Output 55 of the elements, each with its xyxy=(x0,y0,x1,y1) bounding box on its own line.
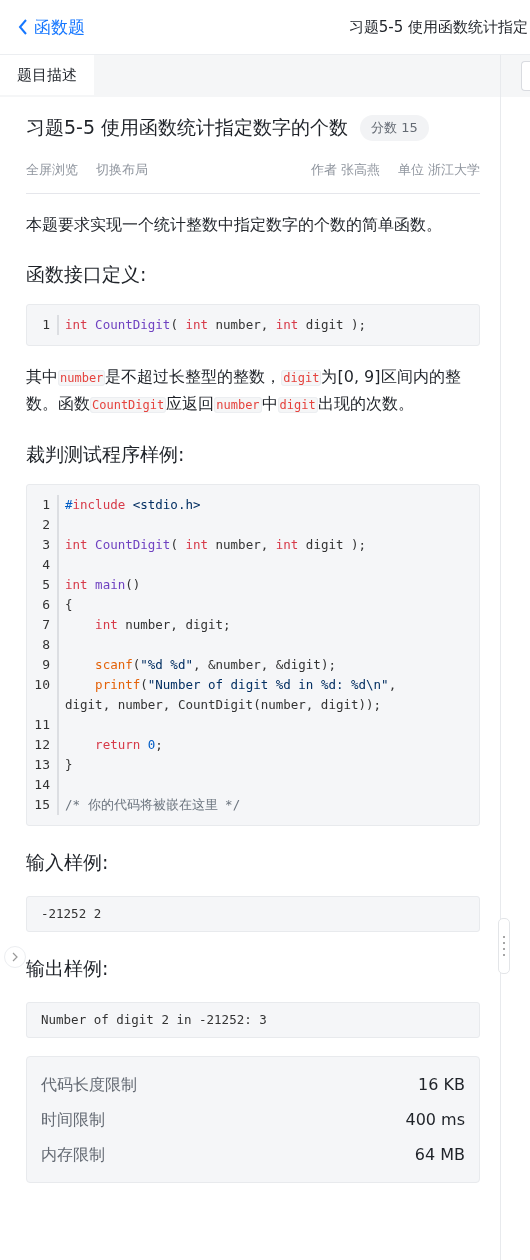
section-heading: 裁判测试程序样例: xyxy=(26,442,186,467)
code-line: int main() xyxy=(65,576,142,594)
meta-text: 作者 张高燕 xyxy=(310,161,380,179)
code-line: int CountDigit( int number, int digit ); xyxy=(65,316,368,334)
back-link[interactable]: 函数题 xyxy=(18,15,85,39)
problem-title: 习题5-5 使用函数统计指定数字的个数 xyxy=(26,115,349,140)
paragraph: 其中 number是不超过长整型的整数，digit 为[0, 9]区间内的整数。函数 CountDigit 应返回 number 中 digit 出现的次数。 xyxy=(26,366,462,415)
code-line: scanf("%d %d", &number, &digit); xyxy=(94,656,337,674)
line-number: 11 xyxy=(34,716,50,734)
line-number: 14 xyxy=(34,776,50,794)
action-link[interactable]: 全屏浏览 xyxy=(26,161,78,179)
limit-label: 内存限制 xyxy=(41,1144,105,1166)
section-heading: 函数接口定义: xyxy=(26,262,148,287)
code-line: digit, number, CountDigit(number, digit)); xyxy=(65,696,383,714)
line-number: 13 xyxy=(34,756,50,774)
line-number: 6 xyxy=(42,596,50,614)
line-number: 9 xyxy=(42,656,50,674)
tab[interactable]: 题目描述 xyxy=(0,55,94,95)
line-number: 5 xyxy=(42,576,50,594)
page-title: 习题5-5 使用函数统计指定 xyxy=(347,17,528,37)
meta-text: 单位 浙江大学 xyxy=(397,161,480,179)
sample-block: -21252 2 xyxy=(26,896,480,932)
line-number: 1 xyxy=(42,496,50,514)
line-number: 7 xyxy=(42,616,50,634)
chevron-right-icon xyxy=(12,952,18,962)
line-number: 10 xyxy=(34,676,50,694)
resize-handle[interactable] xyxy=(498,918,510,974)
line-number: 15 xyxy=(34,796,50,814)
limit-label: 时间限制 xyxy=(41,1109,105,1131)
line-number: 4 xyxy=(42,556,50,574)
limit-value: 64 MB xyxy=(414,1144,465,1166)
code-line: } xyxy=(65,756,74,774)
action-link[interactable]: 切换布局 xyxy=(96,161,148,179)
code-line: printf("Number of digit %d in %d: %d\n", xyxy=(94,676,398,694)
code-line: #include <stdio.h> xyxy=(65,496,202,514)
line-number: 1 xyxy=(42,316,50,334)
paragraph: 本题要求实现一个统计整数中指定数字的个数的简单函数。 xyxy=(26,214,443,236)
score-badge: 分数 15 xyxy=(360,115,429,141)
sample-block: Number of digit 2 in -21252: 3 xyxy=(26,1002,480,1038)
code-line: return 0; xyxy=(94,736,164,754)
chevron-left-icon xyxy=(18,19,28,35)
line-number: 3 xyxy=(42,536,50,554)
code-line: int number, digit; xyxy=(94,616,232,634)
code-line: int CountDigit( int number, int digit ); xyxy=(65,536,368,554)
section-heading: 输入样例: xyxy=(26,850,110,875)
line-number: 8 xyxy=(42,636,50,654)
line-number: 12 xyxy=(34,736,50,754)
section-heading: 输出样例: xyxy=(26,956,110,981)
line-number: 2 xyxy=(42,516,50,534)
limit-value: 16 KB xyxy=(418,1074,465,1096)
limit-value: 400 ms xyxy=(405,1109,465,1131)
expand-button[interactable] xyxy=(4,946,26,968)
code-line: { xyxy=(65,596,74,614)
limit-label: 代码长度限制 xyxy=(41,1074,137,1096)
code-line: /* 你的代码将被嵌在这里 */ xyxy=(65,796,242,814)
